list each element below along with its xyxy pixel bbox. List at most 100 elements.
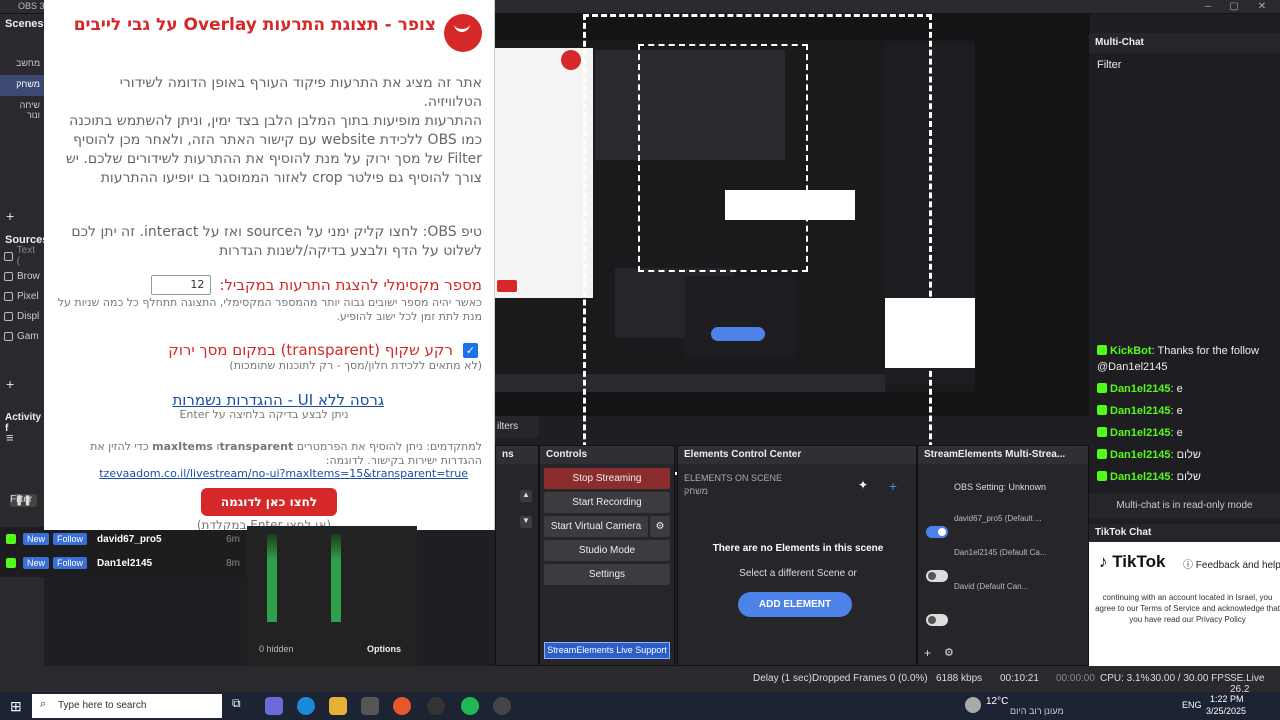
page-title: צופר - תצוגת התרעות Overlay על גבי לייבי…: [73, 15, 436, 35]
language-indicator[interactable]: ENG: [1182, 700, 1202, 710]
max-items-label: מספר מקסימלי להצגת התרעות במקביל:: [219, 276, 482, 294]
kick-icon: [1097, 345, 1107, 355]
max-items-input[interactable]: 12: [151, 275, 212, 295]
chat-user: Dan1el2145: [1110, 449, 1171, 461]
demo-button[interactable]: לחצו כאן לדוגמה: [201, 488, 337, 516]
gear-icon[interactable]: ⚙: [650, 516, 670, 537]
se-live-support-button[interactable]: StreamElements Live Support: [544, 642, 670, 659]
start-virtual-camera-button[interactable]: Start Virtual Camera: [544, 516, 648, 537]
tzofar-logo: [444, 14, 482, 52]
spotify-icon[interactable]: [461, 697, 479, 715]
stream-toggle[interactable]: [926, 570, 948, 582]
no-ui-link-text[interactable]: גרסה ללא UI - ההגדרות נשמרות: [172, 391, 384, 409]
feed-time: 8m: [226, 557, 240, 569]
stream-time: 00:10:21: [1000, 673, 1039, 684]
example-url-text[interactable]: tzevaadom.co.il/livestream/no-ui?maxItem…: [99, 467, 468, 480]
chat-user: Dan1el2145: [1110, 427, 1171, 439]
settings-button[interactable]: Settings: [544, 564, 670, 585]
nested-logo: [561, 50, 581, 70]
scene-item[interactable]: מחשב: [0, 54, 44, 75]
chat-filter[interactable]: Filter: [1097, 59, 1121, 71]
firefox-icon[interactable]: [393, 697, 411, 715]
clock-date[interactable]: 3/25/2025: [1206, 706, 1246, 716]
display-source-icon: [4, 311, 13, 321]
source-item[interactable]: Pixel: [0, 286, 44, 306]
follow-tag: Follow: [53, 557, 88, 569]
add-icon[interactable]: +: [882, 478, 904, 496]
overlay-browser-page[interactable]: צופר - תצוגת התרעות Overlay על גבי לייבי…: [44, 0, 495, 530]
gear-icon[interactable]: ⚙: [944, 646, 954, 659]
delay-status: Delay (1 sec): [753, 673, 812, 684]
scene-item-selected[interactable]: משחק: [0, 75, 44, 96]
chat-text: שלום: [1176, 471, 1201, 483]
transparent-note: (לא מתאים ללכידת חלון/מסך - רק לתוכנות ש…: [229, 359, 482, 372]
minimize-button[interactable]: –: [1198, 0, 1218, 14]
file-explorer-icon[interactable]: [329, 697, 347, 715]
feedback-link[interactable]: ⓘ Feedback and help: [1183, 556, 1280, 571]
audio-mixer: 0 hidden Options: [247, 526, 417, 666]
source-item[interactable]: Text (: [0, 245, 44, 267]
feed-user: Dan1el2145: [97, 557, 153, 569]
start-recording-button[interactable]: Start Recording: [544, 492, 670, 513]
source-label: Text (: [16, 245, 36, 267]
close-window-button[interactable]: ✕: [1252, 0, 1272, 14]
chevron-up-icon[interactable]: ▲: [520, 490, 532, 502]
app-icon[interactable]: [493, 697, 511, 715]
chat-text: e: [1176, 405, 1183, 417]
activity-header: Activity f: [5, 412, 42, 434]
advanced-a: למתקדמים: ניתן להוסיף את הפרמטרים: [296, 440, 482, 453]
left-dock: Scenes מחשב משחק שיחה ונור + Sources Tex…: [0, 14, 48, 694]
kick-icon: [1097, 405, 1107, 415]
no-ui-link[interactable]: גרסה ללא UI - ההגדרות נשמרות: [172, 391, 384, 409]
copilot-icon[interactable]: [265, 697, 283, 715]
transparent-checkbox[interactable]: ✓: [463, 342, 478, 358]
taskbar-search-box[interactable]: ⌕ Type here to search: [32, 694, 222, 718]
cpu-usage: CPU: 3.1%: [1100, 673, 1150, 684]
weather-icon: [965, 697, 981, 713]
chat-text: שלום: [1176, 449, 1201, 461]
nested-overlay-thumb: [495, 48, 593, 298]
obs-tip-text: טיפ OBS: לחצו קליק ימני על הsource ואז ע…: [71, 224, 482, 259]
tiktok-brand: TikTok: [1112, 552, 1166, 571]
add-element-button[interactable]: ADD ELEMENT: [738, 592, 852, 617]
stream-toggle[interactable]: [926, 526, 948, 538]
obs-icon[interactable]: [427, 697, 445, 715]
source-item[interactable]: Gam: [0, 326, 44, 346]
add-icon[interactable]: +: [924, 646, 931, 660]
chat-text: e: [1176, 427, 1183, 439]
nested-demo-button: [497, 280, 517, 292]
chat-user: KickBot: [1110, 345, 1152, 357]
add-source-icon[interactable]: +: [6, 376, 14, 392]
clock-time[interactable]: 1:22 PM: [1210, 694, 1244, 704]
feedback-text[interactable]: Feedback and help: [1196, 560, 1280, 571]
filters-tab[interactable]: ilters: [495, 416, 539, 438]
feed-filter-label[interactable]: Filter: [10, 494, 32, 505]
elements-header: Elements Control Center: [678, 446, 916, 464]
example-url-link[interactable]: tzevaadom.co.il/livestream/no-ui?maxItem…: [99, 467, 468, 480]
stop-streaming-button[interactable]: Stop Streaming: [544, 468, 670, 489]
feed-row[interactable]: New Follow david67_pro5 6m: [0, 527, 246, 551]
empty-subtitle: Select a different Scene or: [739, 568, 857, 579]
edge-icon[interactable]: [297, 697, 315, 715]
add-scene-icon[interactable]: +: [6, 208, 14, 224]
source-item[interactable]: Brow: [0, 266, 44, 286]
task-view-icon[interactable]: ⧉: [232, 696, 248, 712]
stream-target: david67_pro5 (Default ...: [954, 514, 1042, 523]
new-tag: New: [23, 533, 50, 545]
maximize-button[interactable]: ▢: [1224, 0, 1244, 14]
sparkle-icon[interactable]: ✦: [852, 478, 874, 496]
studio-mode-button[interactable]: Studio Mode: [544, 540, 670, 561]
feed-row[interactable]: New Follow Dan1el2145 8m: [0, 551, 246, 575]
chevron-down-icon[interactable]: ▼: [520, 516, 532, 528]
source-item[interactable]: Displ: [0, 306, 44, 326]
intro-text: אתר זה מציג את התרעות פיקוד העורף באופן …: [119, 75, 482, 110]
transparent-label[interactable]: רקע שקוף (transparent) במקום מסך ירוק: [168, 341, 453, 359]
scene-item[interactable]: שיחה ונור: [0, 96, 44, 120]
menu-icon[interactable]: ≡: [6, 430, 14, 445]
store-icon[interactable]: [361, 697, 379, 715]
stream-toggle[interactable]: [926, 614, 948, 626]
advanced-text: למתקדמים: ניתן להוסיף את הפרמטרים transp…: [57, 440, 482, 468]
windows-start-icon[interactable]: ⊞: [10, 698, 26, 714]
mixer-options-button[interactable]: Options: [367, 644, 401, 654]
weather-temp: 12°C: [986, 696, 1009, 707]
